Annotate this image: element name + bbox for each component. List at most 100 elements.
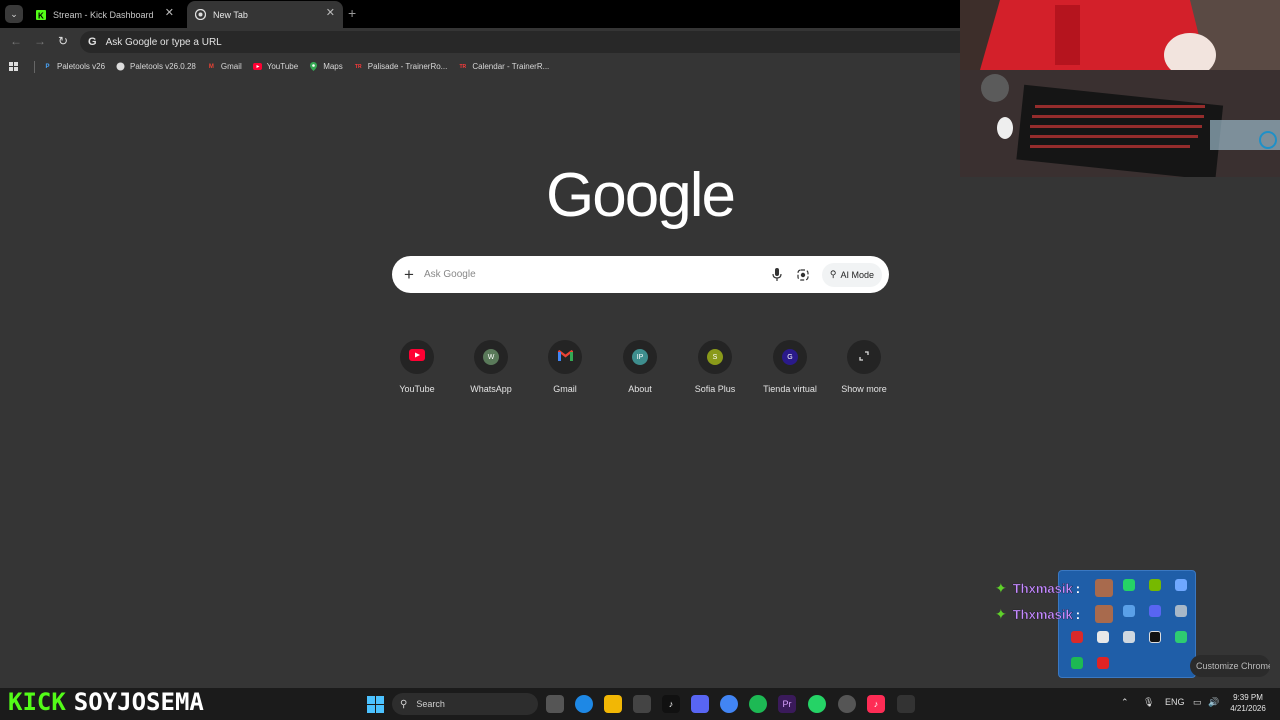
whatsapp-letter-icon: W bbox=[483, 349, 499, 365]
customize-chrome-button[interactable]: Customize Chrome bbox=[1190, 655, 1270, 677]
shortcut-whatsapp[interactable]: W WhatsApp bbox=[454, 340, 528, 394]
shortcut-label: WhatsApp bbox=[470, 384, 512, 394]
bookmark-palisade[interactable]: TR Palisade - TrainerRo... bbox=[354, 62, 447, 71]
plus-icon[interactable]: + bbox=[404, 266, 414, 283]
paletools-icon: P bbox=[45, 63, 50, 70]
chat-username: Thxmasik bbox=[1012, 606, 1073, 622]
chat-separator: : bbox=[1075, 606, 1081, 622]
stream-branding: KICK SOYJOSEMA bbox=[8, 688, 204, 716]
search-input-placeholder[interactable]: Ask Google bbox=[424, 269, 770, 280]
paletools-icon bbox=[116, 62, 125, 71]
chat-message: ✦ Thxmasik : bbox=[995, 605, 1113, 623]
cloud-icon[interactable] bbox=[1175, 579, 1187, 591]
vpn-icon[interactable] bbox=[1175, 631, 1187, 643]
whatsapp-icon[interactable] bbox=[1123, 579, 1135, 591]
apps-grid-icon[interactable] bbox=[9, 62, 18, 71]
shortcut-tile bbox=[400, 340, 434, 374]
shortcut-label: Gmail bbox=[553, 384, 577, 394]
search-icon: ⚲ bbox=[400, 698, 408, 710]
nvidia-icon[interactable] bbox=[1149, 579, 1161, 591]
bookmark-label: Paletools v26 bbox=[57, 62, 106, 71]
tienda-virtual-letter-icon: G bbox=[782, 349, 798, 365]
shortcut-sofia-plus[interactable]: S Sofia Plus bbox=[678, 340, 752, 394]
google-search-box[interactable]: + Ask Google ⚲ AI Mode bbox=[392, 256, 889, 293]
language-indicator[interactable]: ENG bbox=[1165, 697, 1185, 707]
steam-icon[interactable] bbox=[1149, 631, 1161, 643]
shortcut-gmail[interactable]: Gmail bbox=[528, 340, 602, 394]
about-letter-icon: IP bbox=[632, 349, 648, 365]
sparkle-icon: ✦ bbox=[995, 579, 1007, 596]
shortcut-tienda-virtual[interactable]: G Tienda virtual bbox=[753, 340, 827, 394]
bookmark-maps[interactable]: Maps bbox=[309, 62, 343, 71]
clock-time: 9:39 PM bbox=[1233, 693, 1263, 702]
sparkle-icon: ✦ bbox=[995, 605, 1007, 622]
bookmark-gmail[interactable]: M Gmail bbox=[207, 62, 242, 71]
discord-icon[interactable] bbox=[691, 695, 709, 713]
gmail-icon bbox=[557, 348, 573, 366]
taskbar-search[interactable]: ⚲ Search bbox=[392, 693, 538, 715]
discord-icon[interactable] bbox=[1149, 605, 1161, 617]
security-icon[interactable] bbox=[1175, 605, 1187, 617]
premiere-icon[interactable]: Pr bbox=[778, 695, 796, 713]
onedrive-icon[interactable] bbox=[1123, 605, 1135, 617]
shortcut-show-more[interactable]: Show more bbox=[827, 340, 901, 394]
b-app-icon[interactable] bbox=[1097, 631, 1109, 643]
spotify-icon[interactable] bbox=[1071, 657, 1083, 669]
clock[interactable]: 9:39 PM 4/21/2026 bbox=[1222, 692, 1274, 714]
forward-icon[interactable]: → bbox=[34, 34, 46, 48]
shortcut-label: Sofia Plus bbox=[694, 384, 736, 394]
red-app-icon[interactable] bbox=[1071, 631, 1083, 643]
customize-chrome-label: Customize Chrome bbox=[1196, 661, 1270, 671]
tab-kick-dashboard[interactable]: K Stream - Kick Dashboard ✕ bbox=[27, 1, 182, 28]
expand-icon bbox=[859, 348, 869, 366]
volume-icon[interactable]: 🔊 bbox=[1208, 697, 1219, 708]
bookmark-paletools-v26[interactable]: P Paletools v26 bbox=[43, 62, 105, 71]
shortcut-label: Tienda virtual bbox=[763, 384, 817, 394]
network-icon[interactable]: ▭ bbox=[1193, 697, 1202, 708]
tab-search-button[interactable]: ⌄ bbox=[5, 5, 23, 23]
chat-message: ✦ Thxmasik : bbox=[995, 579, 1113, 597]
microphone-icon[interactable]: 🎙 bbox=[1143, 697, 1154, 708]
lens-camera-icon[interactable] bbox=[796, 268, 810, 282]
whatsapp-icon[interactable] bbox=[808, 695, 826, 713]
close-icon[interactable]: ✕ bbox=[326, 8, 335, 19]
search-sparkle-icon: ⚲ bbox=[829, 269, 837, 279]
bookmark-label: YouTube bbox=[266, 62, 299, 71]
emote-icon bbox=[1095, 579, 1113, 597]
spotify-icon[interactable] bbox=[749, 695, 767, 713]
bookmark-paletools-v26-0-28[interactable]: Paletools v26.0.28 bbox=[116, 62, 196, 71]
bookmark-label: Calendar - TrainerR... bbox=[472, 62, 550, 71]
tiktok-live-icon[interactable]: ♪ bbox=[867, 695, 885, 713]
chevron-up-icon[interactable]: ⌃ bbox=[1121, 697, 1129, 708]
chrome-icon[interactable] bbox=[720, 695, 738, 713]
circle-app-icon[interactable] bbox=[1123, 631, 1135, 643]
tab-new-tab[interactable]: New Tab ✕ bbox=[187, 1, 343, 28]
bookmarks-bar: P Paletools v26 Paletools v26.0.28 M Gmail… bbox=[0, 56, 960, 77]
maps-icon bbox=[309, 62, 318, 71]
ai-mode-button[interactable]: ⚲ AI Mode bbox=[821, 262, 882, 287]
sofia-plus-letter-icon: S bbox=[707, 349, 723, 365]
svg-text:K: K bbox=[38, 11, 44, 20]
shortcut-about[interactable]: IP About bbox=[603, 340, 677, 394]
task-view-icon[interactable] bbox=[546, 695, 564, 713]
reload-icon[interactable]: ↻ bbox=[58, 34, 68, 48]
bookmark-youtube[interactable]: YouTube bbox=[252, 62, 299, 71]
terminal-icon[interactable] bbox=[897, 695, 915, 713]
tiktok-icon[interactable]: ♪ bbox=[662, 695, 680, 713]
taskbar-search-label: Search bbox=[416, 699, 445, 709]
close-icon[interactable]: ✕ bbox=[165, 8, 174, 19]
back-icon[interactable]: ← bbox=[10, 34, 22, 48]
windows-start-icon[interactable] bbox=[367, 696, 384, 713]
edge-icon[interactable] bbox=[575, 695, 593, 713]
shortcut-youtube[interactable]: YouTube bbox=[380, 340, 454, 394]
obs-icon[interactable] bbox=[838, 695, 856, 713]
shortcuts-grid: YouTube W WhatsApp Gmail IP About S Sofi… bbox=[380, 340, 902, 400]
file-explorer-icon[interactable] bbox=[604, 695, 622, 713]
microphone-icon[interactable] bbox=[770, 268, 784, 282]
record-icon[interactable] bbox=[1097, 657, 1109, 669]
store-icon[interactable] bbox=[633, 695, 651, 713]
chat-separator: : bbox=[1075, 580, 1081, 596]
new-tab-button[interactable]: + bbox=[348, 5, 356, 21]
address-bar[interactable]: G Ask Google or type a URL bbox=[80, 31, 960, 53]
bookmark-calendar[interactable]: TR Calendar - TrainerR... bbox=[458, 62, 550, 71]
